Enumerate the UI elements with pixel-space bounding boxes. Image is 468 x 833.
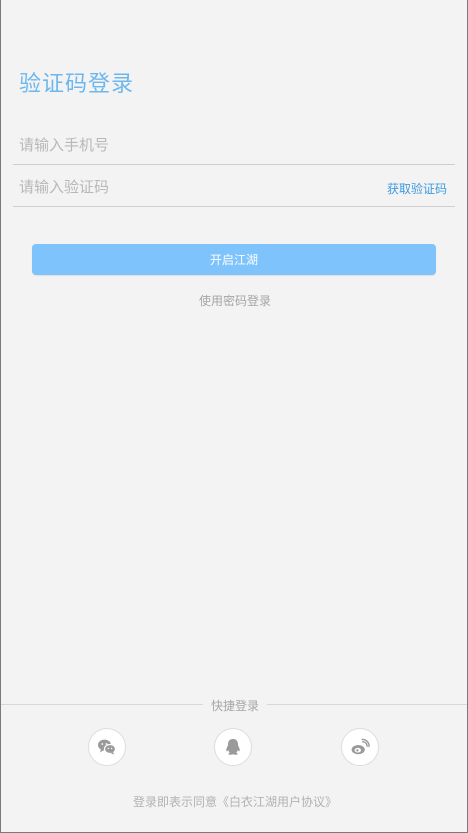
phone-field: [13, 124, 455, 165]
qq-login-button[interactable]: [214, 728, 252, 766]
code-field: 获取验证码: [13, 166, 455, 207]
divider-right: [267, 704, 467, 705]
password-login-link[interactable]: 使用密码登录: [1, 292, 468, 309]
divider-left: [1, 704, 203, 705]
get-code-button[interactable]: 获取验证码: [387, 180, 447, 197]
page-title: 验证码登录: [19, 72, 135, 97]
weibo-icon: [351, 738, 370, 755]
wechat-login-button[interactable]: [88, 728, 126, 766]
qq-icon: [226, 739, 240, 755]
quick-login-label: 快捷登录: [210, 699, 259, 713]
phone-input[interactable]: [19, 132, 349, 158]
wechat-icon: [98, 739, 117, 755]
verification-code-input[interactable]: [19, 174, 349, 200]
weibo-login-button[interactable]: [341, 728, 379, 766]
start-button[interactable]: 开启江湖: [32, 244, 436, 275]
agreement-text: 登录即表示同意《白衣江湖用户协议》: [132, 795, 337, 809]
